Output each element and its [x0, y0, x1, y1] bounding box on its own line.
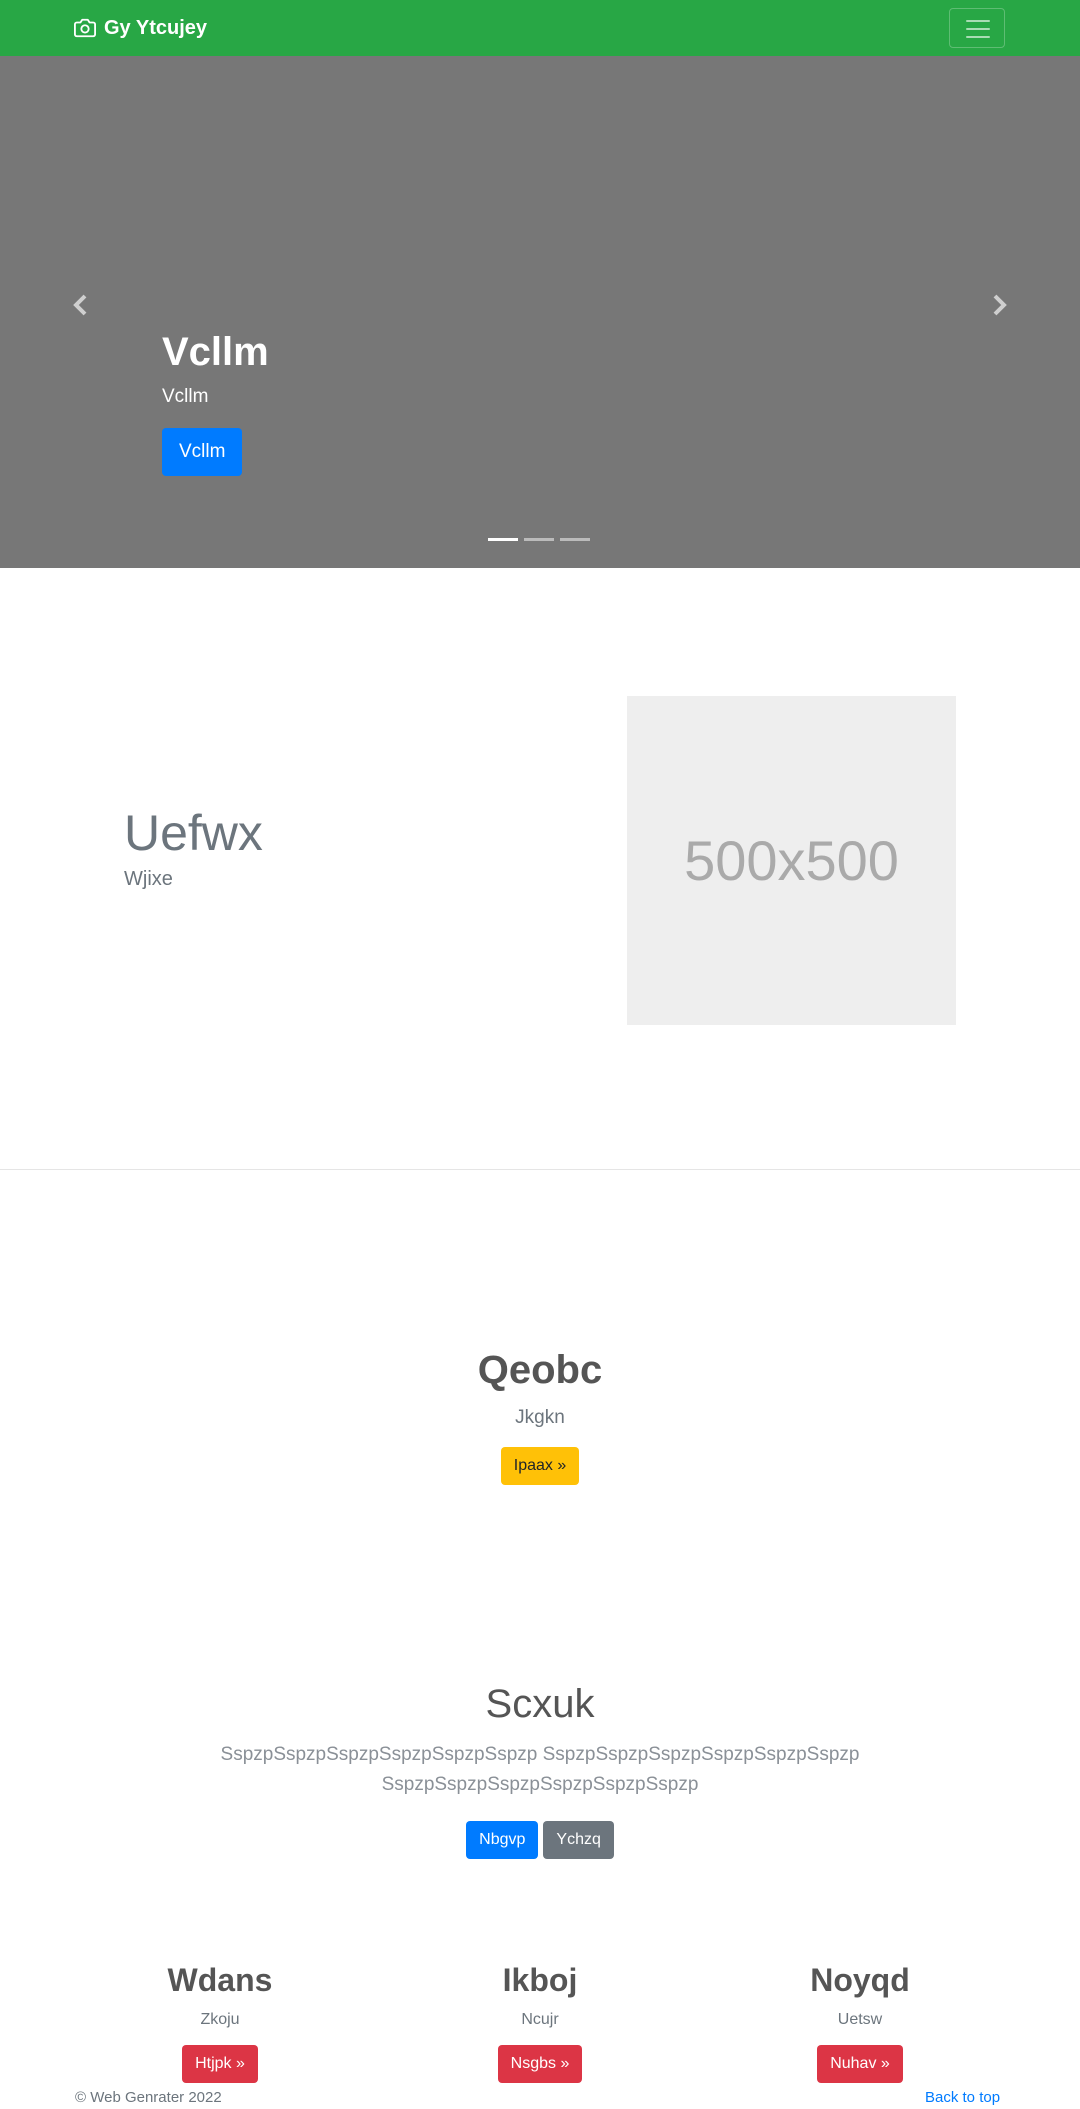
featurette-heading: Uefwx	[124, 805, 263, 861]
intro-secondary-button[interactable]: Ychzq	[543, 1821, 614, 1859]
column-text: Ncujr	[521, 2011, 559, 2028]
featurette-subheading: Wjixe	[124, 868, 173, 890]
column-text: Zkoju	[200, 2011, 240, 2028]
carousel-indicator-2[interactable]	[524, 538, 554, 541]
intro-text: SspzpSspzpSspzpSspzpSspzpSspzp SspzpSspz…	[220, 1744, 860, 1795]
placeholder-label: 500x500	[684, 829, 899, 892]
intro-button-group: Nbgvp Ychzq	[0, 1821, 1080, 1859]
brand-label: Gy Ytcujey	[104, 16, 208, 39]
column-button[interactable]: Htjpk »	[182, 2045, 258, 2083]
feature-column-2: Ikboj Ncujr Nsgbs »	[380, 1957, 700, 2083]
intro-primary-button[interactable]: Nbgvp	[466, 1821, 539, 1859]
section-divider	[0, 1169, 1080, 1170]
back-to-top-link[interactable]: Back to top	[925, 2088, 1000, 2108]
jumbotron-text: Jkgkn	[515, 1407, 565, 1428]
chevron-left-icon	[73, 294, 87, 316]
hamburger-menu-icon	[966, 20, 990, 38]
navbar-toggler-button[interactable]	[949, 8, 1005, 48]
featurette-image-placeholder: 500x500	[627, 696, 956, 1025]
carousel-caption: Vcllm Vcllm Vcllm	[162, 329, 269, 476]
navbar-brand[interactable]: Gy Ytcujey	[74, 14, 207, 42]
column-heading: Noyqd	[810, 1962, 910, 1998]
hero-carousel: Vcllm Vcllm Vcllm	[0, 56, 1080, 568]
column-text: Uetsw	[837, 2011, 883, 2028]
jumbotron-section: Qeobc Jkgkn Ipaax »	[0, 1344, 1080, 1485]
feature-column-1: Wdans Zkoju Htjpk »	[60, 1957, 380, 2083]
footer-copyright: © Web Genrater 2022	[75, 2089, 222, 2106]
camera-icon	[74, 17, 96, 39]
jumbotron-button[interactable]: Ipaax »	[500, 1447, 580, 1485]
intro-section: Scxuk SspzpSspzpSspzpSspzpSspzpSspzp Ssp…	[0, 1676, 1080, 1859]
carousel-subtitle: Vcllm	[162, 386, 209, 407]
column-heading: Ikboj	[502, 1962, 578, 1998]
featurette-text: Uefwx Wjixe	[124, 802, 263, 892]
carousel-indicators	[488, 538, 590, 541]
column-button[interactable]: Nsgbs »	[497, 2045, 583, 2083]
carousel-indicator-1[interactable]	[488, 538, 518, 541]
carousel-title: Vcllm	[162, 330, 269, 374]
carousel-indicator-3[interactable]	[560, 538, 590, 541]
chevron-right-icon	[993, 294, 1007, 316]
carousel-next-button[interactable]	[986, 292, 1012, 318]
column-heading: Wdans	[167, 1962, 273, 1998]
carousel-prev-button[interactable]	[68, 292, 94, 318]
feature-column-3: Noyqd Uetsw Nuhav »	[700, 1957, 1020, 2083]
carousel-cta-button[interactable]: Vcllm	[162, 428, 243, 476]
intro-heading: Scxuk	[485, 1682, 595, 1726]
column-button[interactable]: Nuhav »	[817, 2045, 903, 2083]
jumbotron-heading: Qeobc	[477, 1348, 603, 1392]
navbar: Gy Ytcujey	[0, 0, 1080, 56]
